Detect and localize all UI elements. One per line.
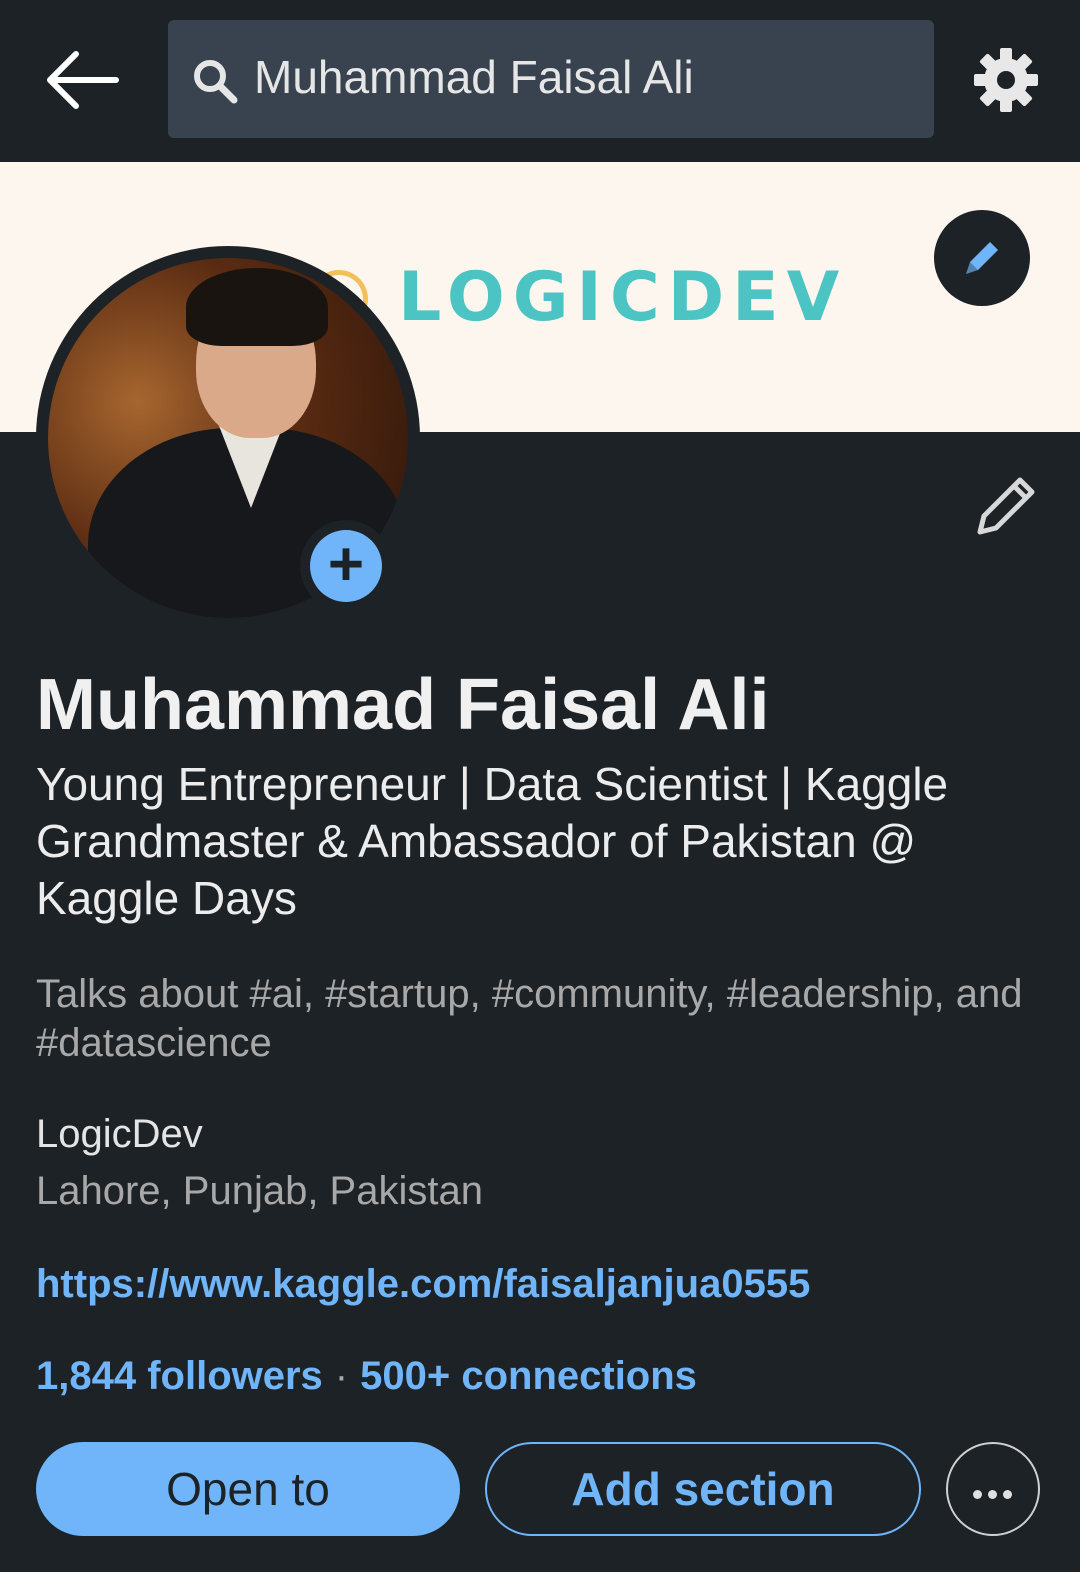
current-company[interactable]: LogicDev xyxy=(36,1112,203,1157)
location: Lahore, Punjab, Pakistan xyxy=(36,1169,483,1213)
network-stats: 1,844 followers · 500+ connections xyxy=(36,1354,697,1399)
back-button[interactable] xyxy=(40,40,124,120)
search-input[interactable]: Muhammad Faisal Ali xyxy=(168,20,934,138)
settings-button[interactable] xyxy=(970,44,1042,116)
followers-link[interactable]: 1,844 followers xyxy=(36,1354,323,1398)
talks-about: Talks about #ai, #startup, #community, #… xyxy=(36,972,1023,1065)
profile-name: Muhammad Faisal Ali xyxy=(36,665,770,745)
separator: · xyxy=(334,1354,349,1398)
add-photo-button[interactable]: + xyxy=(300,520,392,612)
edit-banner-button[interactable] xyxy=(934,210,1030,306)
pencil-icon xyxy=(966,242,998,274)
pencil-icon xyxy=(977,477,1035,535)
open-to-button[interactable]: Open to xyxy=(36,1442,460,1536)
add-section-button[interactable]: Add section xyxy=(485,1442,921,1536)
profile-website-link[interactable]: https://www.kaggle.com/faisaljanjua0555 xyxy=(36,1262,810,1307)
plus-icon: + xyxy=(310,530,382,602)
search-icon xyxy=(194,60,238,104)
more-button[interactable] xyxy=(946,1442,1040,1536)
profile-headline: Young Entrepreneur | Data Scientist | Ka… xyxy=(36,758,949,924)
connections-link[interactable]: 500+ connections xyxy=(360,1354,697,1398)
gear-icon xyxy=(974,48,1038,112)
photo-hair xyxy=(186,268,328,346)
arrow-left-icon xyxy=(47,51,119,109)
edit-intro-button[interactable] xyxy=(970,470,1042,542)
search-query: Muhammad Faisal Ali xyxy=(254,51,694,103)
top-bar: Muhammad Faisal Ali xyxy=(0,0,1080,162)
more-horizontal-icon xyxy=(973,1486,1018,1504)
banner-logo: LOGICDEV xyxy=(398,258,848,337)
